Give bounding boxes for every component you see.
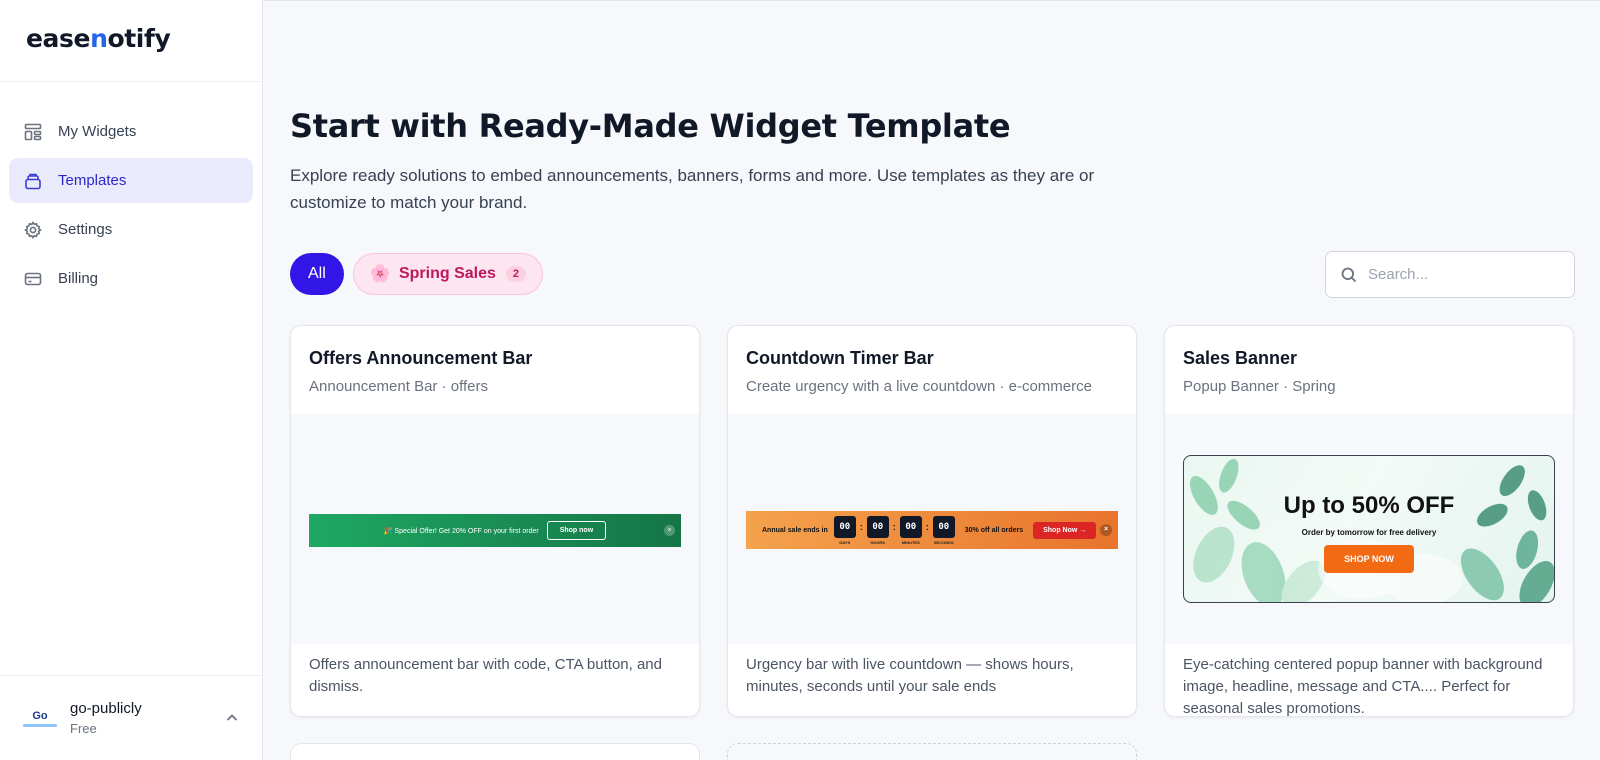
sidebar-item-label: Settings (58, 221, 113, 238)
gear-icon (23, 220, 43, 240)
card-title: Countdown Timer Bar (746, 348, 934, 368)
sidebar-item-billing[interactable]: Billing (9, 256, 253, 301)
template-card-sales-banner[interactable]: Sales Banner Popup Banner · Spring Up to… (1164, 325, 1574, 717)
offer-text: 🎉 Special Offer! Get 20% OFF on your fir… (383, 527, 539, 535)
account-plan: Free (70, 721, 97, 736)
card-title: Offers Announcement Bar (309, 348, 533, 368)
shop-now-button: Shop now (546, 521, 607, 540)
search-box[interactable] (1325, 251, 1575, 298)
search-input[interactable] (1368, 266, 1574, 283)
template-card-offers[interactable]: Offers Announcement Bar Announcement Bar… (290, 325, 700, 717)
filter-label: Spring Sales (398, 265, 496, 282)
flower-icon: 🌸 (369, 264, 391, 283)
banner-headline: Up to 50% OFF (1283, 492, 1455, 519)
template-card-next[interactable] (290, 743, 700, 760)
card-description: Urgency bar with live countdown — shows … (746, 656, 1074, 695)
chevron-up-icon[interactable] (212, 711, 252, 725)
card-meta: Announcement Bar · offers (309, 378, 488, 395)
card-header: Offers Announcement Bar Announcement Bar… (291, 326, 699, 414)
logo-area: easenotify (0, 0, 262, 82)
card-header: Countdown Timer Bar Create urgency with … (728, 326, 1136, 414)
page-subtitle: Explore ready solutions to embed announc… (290, 166, 1095, 212)
sidebar-item-my-widgets[interactable]: My Widgets (9, 109, 253, 154)
card-icon (23, 269, 43, 289)
category-filters: All 🌸 Spring Sales 2 (290, 253, 543, 295)
count-badge: 2 (505, 266, 526, 282)
sidebar: easenotify My Widgets Templates Settings… (0, 0, 263, 760)
shop-now-button: SHOP NOW (1324, 545, 1414, 573)
sidebar-item-label: My Widgets (58, 123, 137, 140)
shop-now-button: Shop Now → (1033, 521, 1097, 539)
card-meta: Popup Banner · Spring (1183, 378, 1336, 395)
sidebar-nav: My Widgets Templates Settings Billing (0, 82, 262, 301)
card-title: Sales Banner (1183, 348, 1298, 368)
main-content: Start with Ready-Made Widget Template Ex… (263, 0, 1600, 760)
card-preview: 🎉 Special Offer! Get 20% OFF on your fir… (291, 414, 699, 644)
banner-message: Order by tomorrow for free delivery (1301, 528, 1437, 537)
countdown-bar-preview: Annual sale ends in 00 DAYS : 00 HOURS : 0… (746, 511, 1118, 549)
timer-hours: 00 HOURS (866, 515, 889, 545)
page-title: Start with Ready-Made Widget Template (290, 107, 1011, 145)
brand-logo[interactable]: easenotify (26, 24, 262, 53)
account-info: go-publicly Free (70, 700, 212, 736)
timer-minutes: 00 MINUTES (899, 515, 922, 545)
card-preview: Annual sale ends in 00 DAYS : 00 HOURS : 0… (728, 414, 1136, 644)
timer-days: 00 DAYS (833, 515, 856, 545)
layout-icon (23, 122, 43, 142)
sales-banner-preview: Up to 50% OFF Order by tomorrow for free… (1183, 455, 1555, 603)
account-name: go-publicly (70, 700, 142, 717)
create-template-card[interactable] (727, 743, 1137, 760)
sidebar-item-templates[interactable]: Templates (9, 158, 253, 203)
card-header: Sales Banner Popup Banner · Spring (1165, 326, 1573, 414)
template-card-countdown[interactable]: Countdown Timer Bar Create urgency with … (727, 325, 1137, 717)
card-description: Eye-catching centered popup banner with … (1183, 656, 1543, 717)
stack-icon (23, 171, 43, 191)
offer-text: 30% off all orders (964, 526, 1024, 534)
sidebar-item-settings[interactable]: Settings (9, 207, 253, 252)
sidebar-item-label: Templates (58, 172, 127, 189)
filter-spring-sales[interactable]: 🌸 Spring Sales 2 (352, 253, 543, 295)
card-meta: Create urgency with a live countdown · e… (746, 378, 1092, 395)
close-icon: × (1100, 524, 1112, 536)
close-icon: × (664, 525, 675, 536)
offers-bar-preview: 🎉 Special Offer! Get 20% OFF on your fir… (309, 514, 681, 547)
sidebar-item-label: Billing (58, 270, 99, 287)
avatar: Go (22, 707, 58, 729)
filter-all[interactable]: All (290, 253, 344, 295)
timer-seconds: 00 SECONDS (932, 515, 955, 545)
card-preview: Up to 50% OFF Order by tomorrow for free… (1165, 414, 1573, 644)
countdown-label: Annual sale ends in (762, 526, 828, 534)
search-icon (1341, 267, 1357, 282)
card-description: Offers announcement bar with code, CTA b… (309, 656, 662, 695)
account-switcher[interactable]: Go go-publicly Free (0, 675, 262, 760)
